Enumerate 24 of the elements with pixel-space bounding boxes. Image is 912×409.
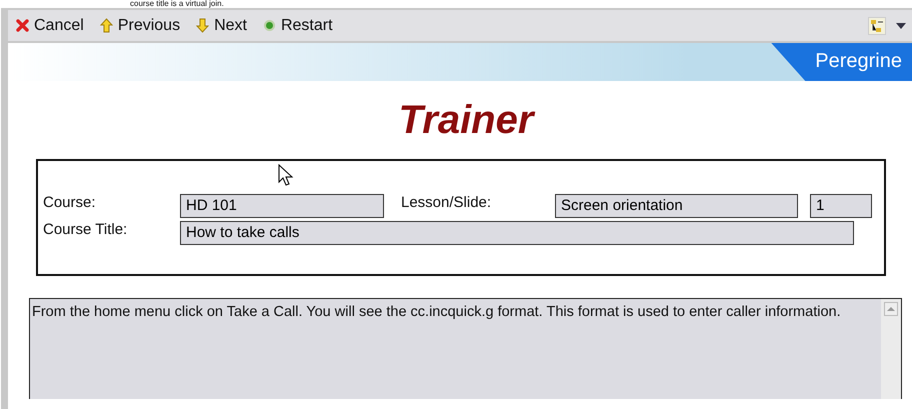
brand-label: Peregrine xyxy=(771,43,912,81)
up-arrow-icon xyxy=(100,18,113,33)
page-title: Trainer xyxy=(398,97,536,143)
scrollbar[interactable] xyxy=(881,299,901,399)
tree-view-icon[interactable] xyxy=(868,16,886,34)
toolbar-button[interactable]: Next xyxy=(192,16,251,34)
toolbar-button[interactable]: Previous xyxy=(96,16,184,34)
toolbar-button[interactable]: Restart xyxy=(258,16,337,34)
dot-icon xyxy=(262,19,276,32)
slide-field[interactable]: 1 xyxy=(810,194,872,218)
lesson-field[interactable]: Screen orientation xyxy=(555,194,798,218)
description-text: From the home menu click on Take a Call. You will see the cc.incquick.g format. This format is used to enter caller information. xyxy=(31,303,842,322)
caption-text: course title is a virtual join. xyxy=(129,0,225,8)
description-box[interactable]: From the home menu click on Take a Call. You will see the cc.incquick.g format. This format is used to enter caller information. xyxy=(29,298,902,399)
down-arrow-icon xyxy=(196,18,210,33)
course-field[interactable]: HD 101 xyxy=(180,194,384,218)
toolbar-button[interactable]: Cancel xyxy=(12,16,88,34)
dropdown-caret-icon[interactable] xyxy=(896,22,906,28)
close-icon xyxy=(16,19,29,32)
cursor-icon xyxy=(278,164,294,186)
course-title-field[interactable]: How to take calls xyxy=(180,221,854,245)
field-label: Lesson/Slide: xyxy=(401,194,492,211)
field-label: Course: xyxy=(43,194,97,211)
field-label: Course Title: xyxy=(43,221,128,238)
